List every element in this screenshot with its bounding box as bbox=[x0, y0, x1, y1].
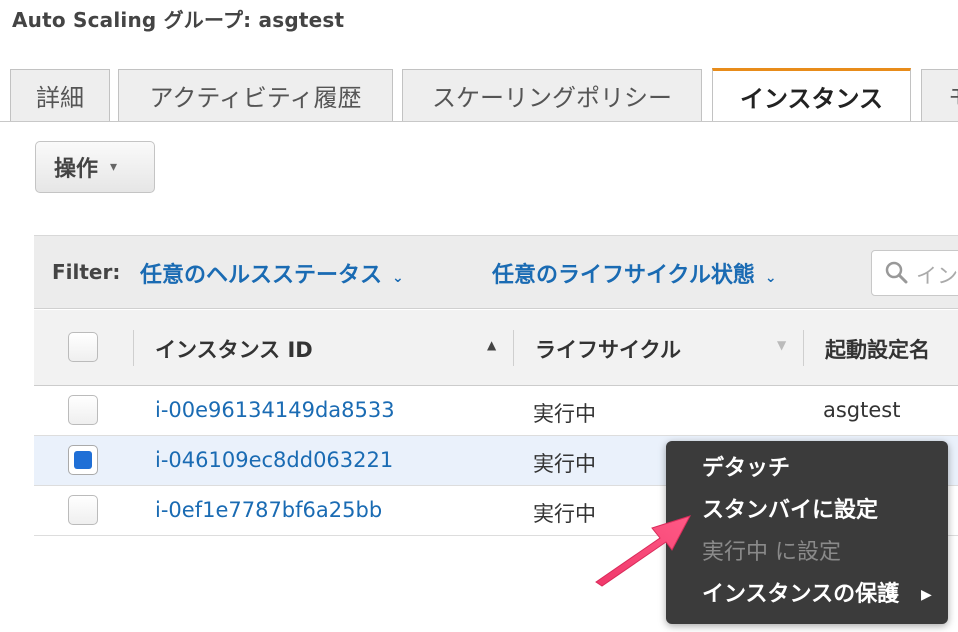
health-status-filter[interactable]: 任意のヘルスステータス ⌄ bbox=[140, 257, 404, 289]
launch-config-cell: asgtest bbox=[823, 398, 901, 422]
lifecycle-state-filter[interactable]: 任意のライフサイクル状態 ⌄ bbox=[492, 257, 777, 289]
table-row[interactable]: i-00e96134149da8533 実行中 asgtest bbox=[34, 386, 958, 436]
tab-scaling-policies[interactable]: スケーリングポリシー bbox=[402, 69, 702, 121]
column-launch-config[interactable]: 起動設定名 bbox=[825, 334, 930, 364]
instance-id-link[interactable]: i-046109ec8dd063221 bbox=[155, 448, 393, 472]
menu-item-detach[interactable]: デタッチ bbox=[666, 453, 948, 495]
actions-label: 操作 bbox=[54, 157, 99, 182]
search-icon bbox=[885, 261, 908, 284]
context-menu: デタッチ スタンバイに設定 実行中 に設定 インスタンスの保護 ▶ bbox=[666, 441, 948, 624]
column-divider bbox=[133, 330, 134, 366]
menu-item-label: インスタンスの保護 bbox=[702, 582, 900, 607]
tab-label: アクティビティ履歴 bbox=[149, 84, 362, 112]
health-status-label: 任意のヘルスステータス bbox=[140, 263, 383, 288]
column-lifecycle[interactable]: ライフサイクル bbox=[535, 334, 681, 364]
column-divider bbox=[513, 330, 514, 366]
menu-item-label: 実行中 に設定 bbox=[702, 540, 841, 565]
instance-id-link[interactable]: i-0ef1e7787bf6a25bb bbox=[155, 498, 382, 522]
menu-item-set-inservice: 実行中 に設定 bbox=[666, 537, 948, 579]
tab-monitoring[interactable]: モ bbox=[921, 69, 958, 121]
annotation-arrow-icon bbox=[595, 515, 692, 587]
menu-item-label: スタンバイに設定 bbox=[702, 498, 879, 523]
tab-details[interactable]: 詳細 bbox=[10, 69, 110, 121]
sort-ascending-icon[interactable]: ▲ bbox=[487, 338, 496, 352]
filter-label: Filter: bbox=[52, 260, 121, 284]
lifecycle-cell: 実行中 bbox=[533, 452, 596, 476]
filter-bar: Filter: 任意のヘルスステータス ⌄ 任意のライフサイクル状態 ⌄ イン bbox=[34, 235, 958, 309]
tab-label: スケーリングポリシー bbox=[432, 84, 672, 112]
row-checkbox[interactable] bbox=[68, 395, 98, 425]
tab-label: インスタンス bbox=[739, 85, 884, 113]
tab-instances[interactable]: インスタンス bbox=[712, 68, 911, 122]
menu-item-label: デタッチ bbox=[702, 456, 791, 481]
lifecycle-cell: 実行中 bbox=[533, 402, 596, 426]
tab-label: 詳細 bbox=[36, 84, 84, 112]
tab-divider bbox=[0, 121, 958, 122]
sort-icon[interactable]: ▼ bbox=[777, 338, 786, 352]
select-all-checkbox[interactable] bbox=[68, 332, 98, 362]
submenu-arrow-icon: ▶ bbox=[921, 587, 932, 603]
instance-id-link[interactable]: i-00e96134149da8533 bbox=[155, 398, 395, 422]
search-input[interactable]: イン bbox=[871, 250, 958, 296]
page-title: Auto Scaling グループ: asgtest bbox=[12, 8, 345, 32]
row-checkbox[interactable] bbox=[68, 445, 98, 475]
search-placeholder: イン bbox=[916, 264, 958, 288]
row-checkbox[interactable] bbox=[68, 495, 98, 525]
actions-button[interactable]: 操作 ▾ bbox=[35, 141, 155, 193]
tab-activity-history[interactable]: アクティビティ履歴 bbox=[118, 69, 393, 121]
tab-label: モ bbox=[948, 78, 958, 113]
lifecycle-state-label: 任意のライフサイクル状態 bbox=[492, 263, 755, 288]
chevron-down-icon: ⌄ bbox=[392, 270, 404, 286]
chevron-down-icon: ▾ bbox=[110, 159, 118, 175]
menu-item-set-standby[interactable]: スタンバイに設定 bbox=[666, 495, 948, 537]
table-header: インスタンス ID ▲ ライフサイクル ▼ 起動設定名 bbox=[34, 310, 958, 386]
chevron-down-icon: ⌄ bbox=[764, 270, 777, 286]
menu-item-instance-protection[interactable]: インスタンスの保護 ▶ bbox=[666, 579, 948, 621]
lifecycle-cell: 実行中 bbox=[533, 502, 596, 526]
column-divider bbox=[803, 330, 804, 366]
column-instance-id[interactable]: インスタンス ID bbox=[155, 334, 313, 364]
